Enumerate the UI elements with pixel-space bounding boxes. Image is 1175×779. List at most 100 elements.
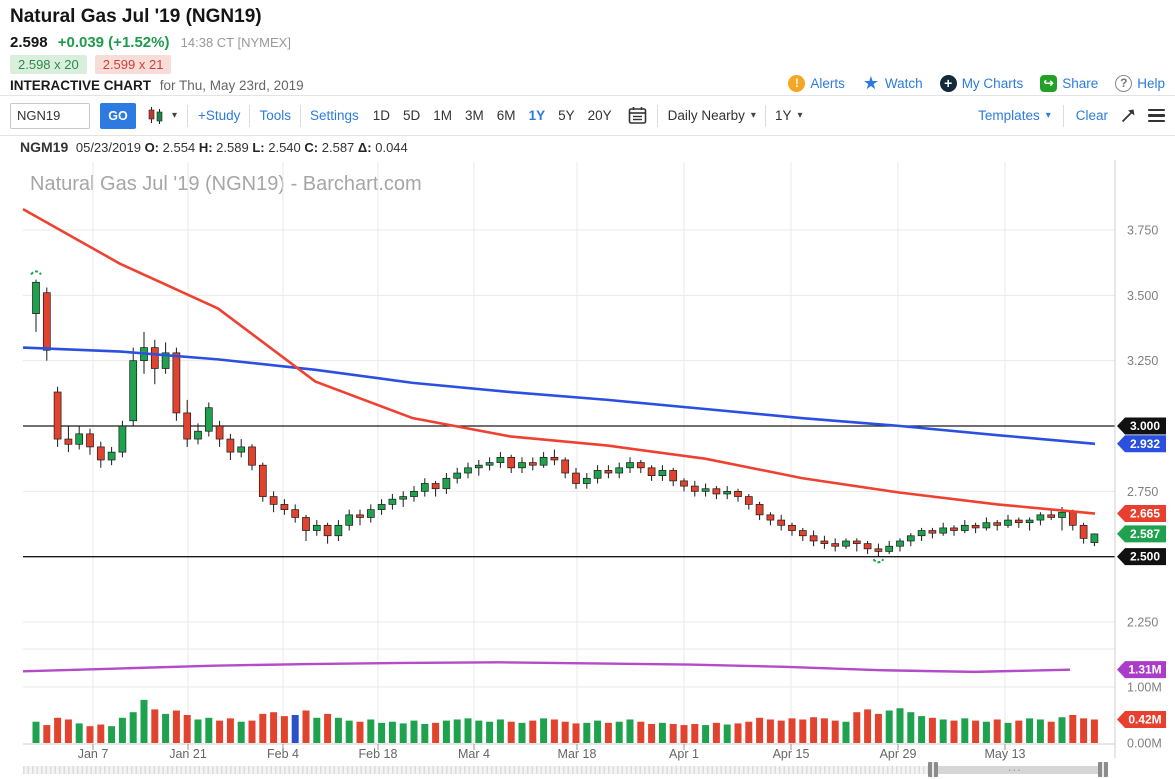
frequency-dropdown[interactable]: Daily Nearby ▾ [668,108,756,123]
watch-link[interactable]: ★ Watch [862,72,923,93]
help-link[interactable]: ? Help [1115,74,1165,92]
tools-link[interactable]: Tools [259,108,291,123]
scrollbar-grip-dots[interactable]: ... [1008,759,1022,774]
clear-link[interactable]: Clear [1076,108,1108,123]
price-badge-text: 2.665 [1130,507,1160,521]
range-buttons: 1D 5D 1M 3M 6M 1Y 5Y 20Y [373,108,612,123]
volume-bar [993,719,1001,743]
candlestick [723,490,732,495]
scrollbar-right-handle[interactable] [1098,762,1108,777]
candlestick [1036,514,1045,521]
quote-timestamp: 14:38 CT [NYMEX] [180,35,291,50]
candlestick [312,524,321,531]
volume-bar [702,725,710,743]
candlestick [388,498,397,505]
candlestick [971,524,980,529]
settings-link[interactable]: Settings [310,108,359,123]
candlestick [518,462,526,469]
volume-bar [151,709,159,743]
volume-bar [1090,719,1098,743]
menu-icon[interactable] [1148,108,1165,123]
toolbar-right: Templates ▾ Clear [978,104,1165,127]
range-6m[interactable]: 6M [497,108,516,123]
period-dropdown[interactable]: 1Y ▾ [775,108,803,123]
candlestick [550,457,559,461]
volume-bar [388,721,396,743]
range-3m[interactable]: 3M [465,108,484,123]
scrollbar-left-handle[interactable] [928,762,938,777]
volume-bar [1004,722,1012,743]
volume-bar [518,722,526,743]
range-5y[interactable]: 5Y [558,108,575,123]
x-axis-label: Mar 4 [458,747,490,761]
candlestick [820,540,829,544]
chevron-down-icon: ▾ [750,110,756,121]
candlestick [1004,519,1012,526]
close-value: 2.587 [321,140,355,155]
price-chart[interactable]: Natural Gas Jul '19 (NGN19) - Barchart.c… [0,160,1175,779]
candlestick [528,462,537,466]
candlestick [734,490,742,497]
candlestick [86,433,94,448]
volume-bar [1047,721,1055,743]
range-1d[interactable]: 1D [373,108,390,123]
price-axis-label: 3.750 [1127,224,1158,238]
chart-type-dropdown[interactable]: ▾ [146,106,177,125]
templates-dropdown[interactable]: Templates ▾ [978,108,1051,123]
candlestick [906,535,915,542]
volume-bar [777,720,785,743]
volume-bar [1026,718,1034,743]
share-link[interactable]: ↪ Share [1040,74,1098,92]
price-axis-label: 3.250 [1127,354,1158,368]
watch-label: Watch [884,75,923,91]
add-study-link[interactable]: +Study [198,108,240,123]
candlestick [410,490,418,497]
x-axis-label: Mar 18 [558,747,597,761]
alerts-link[interactable]: ! Alerts [788,74,845,92]
candlestick [982,522,991,529]
my-charts-link[interactable]: + My Charts [939,74,1023,92]
quote-row: 2.598 +0.039 (+1.52%) 14:38 CT [NYMEX] [10,34,291,51]
candlestick [766,514,775,521]
volume-bar [550,719,558,743]
range-5d[interactable]: 5D [403,108,420,123]
delta-label: Δ: [357,140,372,155]
annotate-arrow-icon[interactable] [1120,108,1136,124]
volume-bar [831,720,839,743]
volume-bar [75,723,83,743]
volume-bar [54,717,62,743]
volume-bar [410,720,418,743]
contract-high-marker [30,270,42,276]
range-1m[interactable]: 1M [433,108,452,123]
toolbar-divider [299,104,301,127]
candlestick [798,530,807,537]
candlestick [53,391,62,440]
volume-bar [226,718,234,743]
interactive-chart-page: Natural Gas Jul '19 (NGN19) 2.598 +0.039… [0,0,1175,779]
volume-bar [583,722,591,743]
range-20y[interactable]: 20Y [588,108,612,123]
volume-bar [712,722,720,743]
last-price: 2.598 [10,34,48,51]
question-icon: ? [1115,74,1133,92]
volume-badge-text: 0.42M [1128,712,1161,726]
interactive-chart-label: INTERACTIVE CHART [10,78,151,93]
calendar-icon[interactable] [628,106,647,125]
price-badge-text: 2.587 [1130,527,1160,541]
range-1y-active[interactable]: 1Y [529,108,546,123]
candlestick [1014,519,1023,524]
high-label: H: [198,140,213,155]
star-icon: ★ [862,72,879,93]
candlestick [928,530,937,534]
candlestick [431,483,440,490]
chart-watermark: Natural Gas Jul '19 (NGN19) - Barchart.c… [30,173,422,195]
price-badge-text: 2.932 [1130,437,1160,451]
go-button[interactable]: GO [100,102,136,129]
candlestick [863,543,872,550]
toolbar-divider [656,104,658,127]
volume-bar [756,717,764,743]
volume-bar [810,717,818,743]
candlestick [1047,514,1056,518]
volume-bar [43,725,51,743]
symbol-input[interactable] [10,102,90,129]
